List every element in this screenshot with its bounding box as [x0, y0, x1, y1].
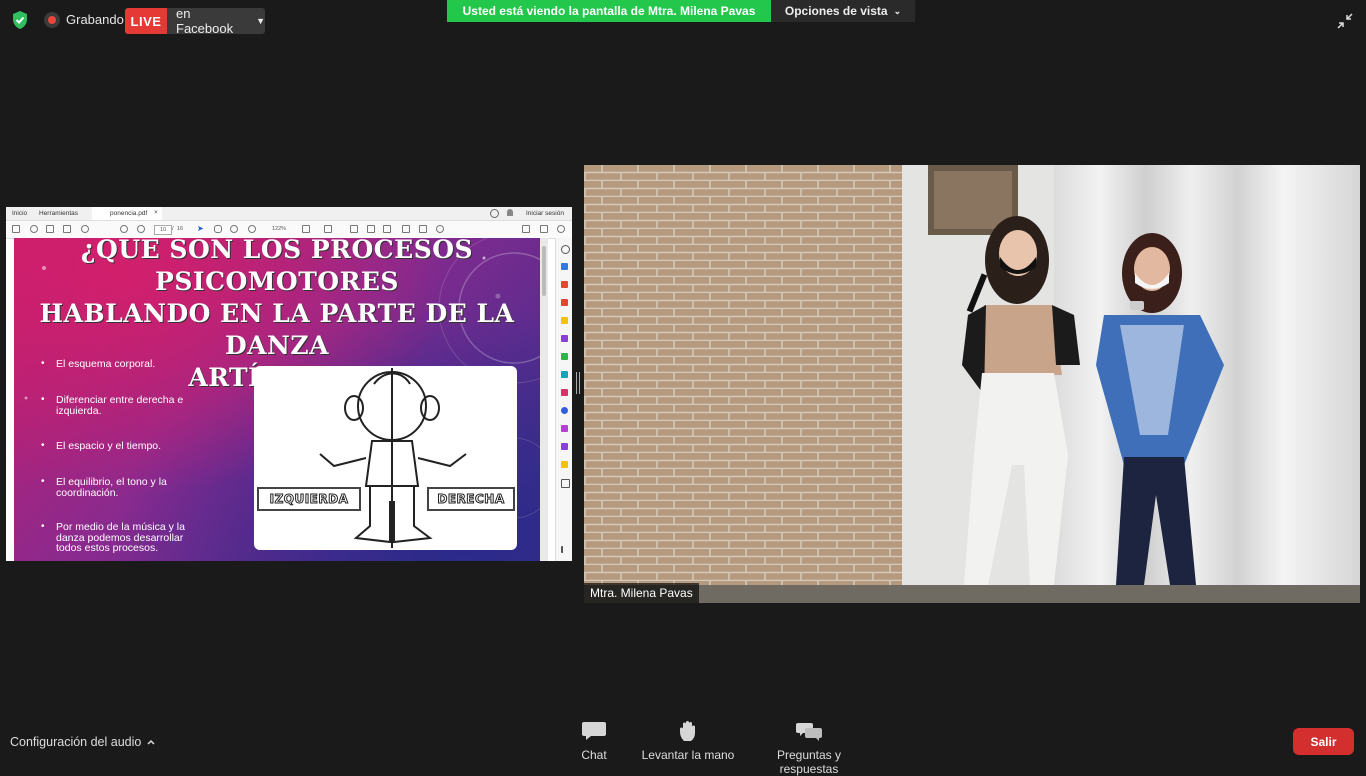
erase-icon[interactable]: [402, 225, 410, 233]
stamp-tool-icon[interactable]: [561, 461, 568, 468]
sign-icon[interactable]: [522, 225, 530, 233]
raise-hand-label: Levantar la mano: [641, 748, 735, 762]
export-pdf-icon[interactable]: [561, 263, 568, 270]
scan-icon[interactable]: [561, 371, 568, 378]
page-separator: /: [172, 226, 174, 232]
upload-icon[interactable]: [46, 225, 54, 233]
pdf-file-tab[interactable]: ponencia.pdf ×: [92, 207, 162, 220]
fill-sign-icon[interactable]: [561, 389, 568, 396]
participant-name-label: Mtra. Milena Pavas: [584, 583, 699, 603]
recording-indicator-icon: [44, 12, 60, 28]
help-icon[interactable]: [490, 209, 499, 218]
caret-down-icon: ▼: [256, 16, 265, 26]
chevron-up-icon[interactable]: [146, 737, 156, 747]
send-icon[interactable]: [561, 425, 568, 432]
pen-icon[interactable]: [367, 225, 375, 233]
zoom-in-icon[interactable]: [248, 225, 256, 233]
left-label: IZQUIERDA: [257, 487, 361, 511]
highlight-icon[interactable]: [383, 225, 391, 233]
sign-in-link[interactable]: Iniciar sesión: [526, 210, 564, 217]
collapse-rail-icon[interactable]: [561, 546, 567, 553]
print-icon[interactable]: [63, 225, 71, 233]
bell-icon[interactable]: [507, 209, 513, 216]
pdf-tab-herramientas[interactable]: Herramientas: [39, 210, 78, 217]
chevron-down-icon: ⌄: [893, 5, 902, 16]
view-options-label: Opciones de vista: [784, 4, 888, 18]
raise-hand-button[interactable]: Levantar la mano: [640, 720, 736, 762]
chat-button[interactable]: Chat: [574, 720, 614, 762]
qa-bubbles-icon: [796, 723, 822, 741]
viewing-screen-banner: Usted está viendo la pantalla de Mtra. M…: [447, 0, 771, 22]
shared-screen[interactable]: Inicio Herramientas ponencia.pdf × Inici…: [6, 207, 572, 561]
pdf-tab-inicio[interactable]: Inicio: [12, 210, 27, 217]
account-icon[interactable]: [557, 225, 565, 233]
zoom-tool-icon[interactable]: [561, 245, 570, 254]
zoom-out-icon[interactable]: [230, 225, 238, 233]
redact-icon[interactable]: [561, 443, 568, 450]
organize-icon[interactable]: [561, 353, 568, 360]
slide-bullet: Diferenciar entre derecha e izquierda.: [41, 395, 196, 416]
email-icon[interactable]: [540, 225, 548, 233]
fit-page-icon[interactable]: [302, 225, 310, 233]
edit-pdf-icon[interactable]: [561, 281, 568, 288]
slide-bullet: El esquema corporal.: [41, 359, 196, 370]
participant-video[interactable]: Mtra. Milena Pavas: [584, 165, 1360, 603]
audio-settings-button[interactable]: Configuración del audio: [10, 735, 141, 749]
qa-label: Preguntas y respuestas: [776, 748, 842, 776]
hand-tool-icon[interactable]: [214, 225, 222, 233]
child-drawing: [319, 368, 467, 548]
live-destination-label: en Facebook: [176, 6, 234, 36]
live-destination-dropdown[interactable]: en Facebook ▼: [167, 6, 265, 36]
slide-title-line-2: HABLANDO EN LA PARTE DE LA DANZA: [39, 299, 515, 360]
pdf-scrollbar[interactable]: [540, 238, 548, 561]
encryption-shield-icon[interactable]: [10, 10, 30, 30]
chat-label: Chat: [581, 748, 607, 762]
page-number-input[interactable]: 10: [154, 225, 172, 235]
select-cursor-icon[interactable]: ➤: [197, 224, 204, 233]
stamp-icon[interactable]: [324, 225, 332, 233]
slide-bullet: Por medio de la música y la danza podemo…: [41, 522, 201, 554]
pdf-toolbar: 10 / 16 ➤ 122%: [6, 221, 572, 239]
live-badge: LIVE: [125, 8, 167, 34]
more-tools-icon[interactable]: [561, 479, 570, 488]
slide-bullet: El equilibrio, el tono y la coordinación…: [41, 477, 196, 498]
pdf-tools-rail: [555, 238, 572, 561]
raise-hand-icon: [680, 721, 695, 741]
left-right-illustration: IZQUIERDA DERECHA: [254, 366, 517, 550]
star-icon[interactable]: [30, 225, 38, 233]
save-icon[interactable]: [12, 225, 20, 233]
split-view-handle[interactable]: [575, 372, 581, 394]
video-frame: [584, 165, 1360, 603]
page-down-icon[interactable]: [137, 225, 145, 233]
zoom-select[interactable]: 122%: [266, 225, 292, 233]
presentation-slide: ¿QUE SON LOS PROCESOS PSICOMOTORES HABLA…: [14, 238, 540, 561]
recording-label[interactable]: Grabando: [66, 12, 124, 27]
protect-icon[interactable]: [561, 407, 568, 414]
view-options-button[interactable]: Opciones de vista ⌄: [771, 0, 915, 22]
pdf-file-name: ponencia.pdf: [110, 210, 148, 217]
rotate-icon[interactable]: [436, 225, 444, 233]
close-tab-icon[interactable]: ×: [154, 209, 158, 216]
slide-title-line-1: ¿QUE SON LOS PROCESOS PSICOMOTORES: [80, 238, 474, 296]
exit-fullscreen-icon[interactable]: [1336, 12, 1354, 30]
search-icon[interactable]: [81, 225, 89, 233]
comment-icon[interactable]: [350, 225, 358, 233]
right-label: DERECHA: [427, 487, 515, 511]
slide-bullet: El espacio y el tiempo.: [41, 441, 196, 452]
comment-tool-icon[interactable]: [561, 317, 568, 324]
page-up-icon[interactable]: [120, 225, 128, 233]
exit-meeting-button[interactable]: Salir: [1293, 728, 1354, 755]
combine-icon[interactable]: [561, 335, 568, 342]
delete-icon[interactable]: [419, 225, 427, 233]
create-pdf-icon[interactable]: [561, 299, 568, 306]
page-total: 16: [177, 226, 184, 232]
pdf-tab-bar: Inicio Herramientas ponencia.pdf × Inici…: [6, 207, 572, 221]
chat-bubble-icon: [582, 722, 606, 740]
